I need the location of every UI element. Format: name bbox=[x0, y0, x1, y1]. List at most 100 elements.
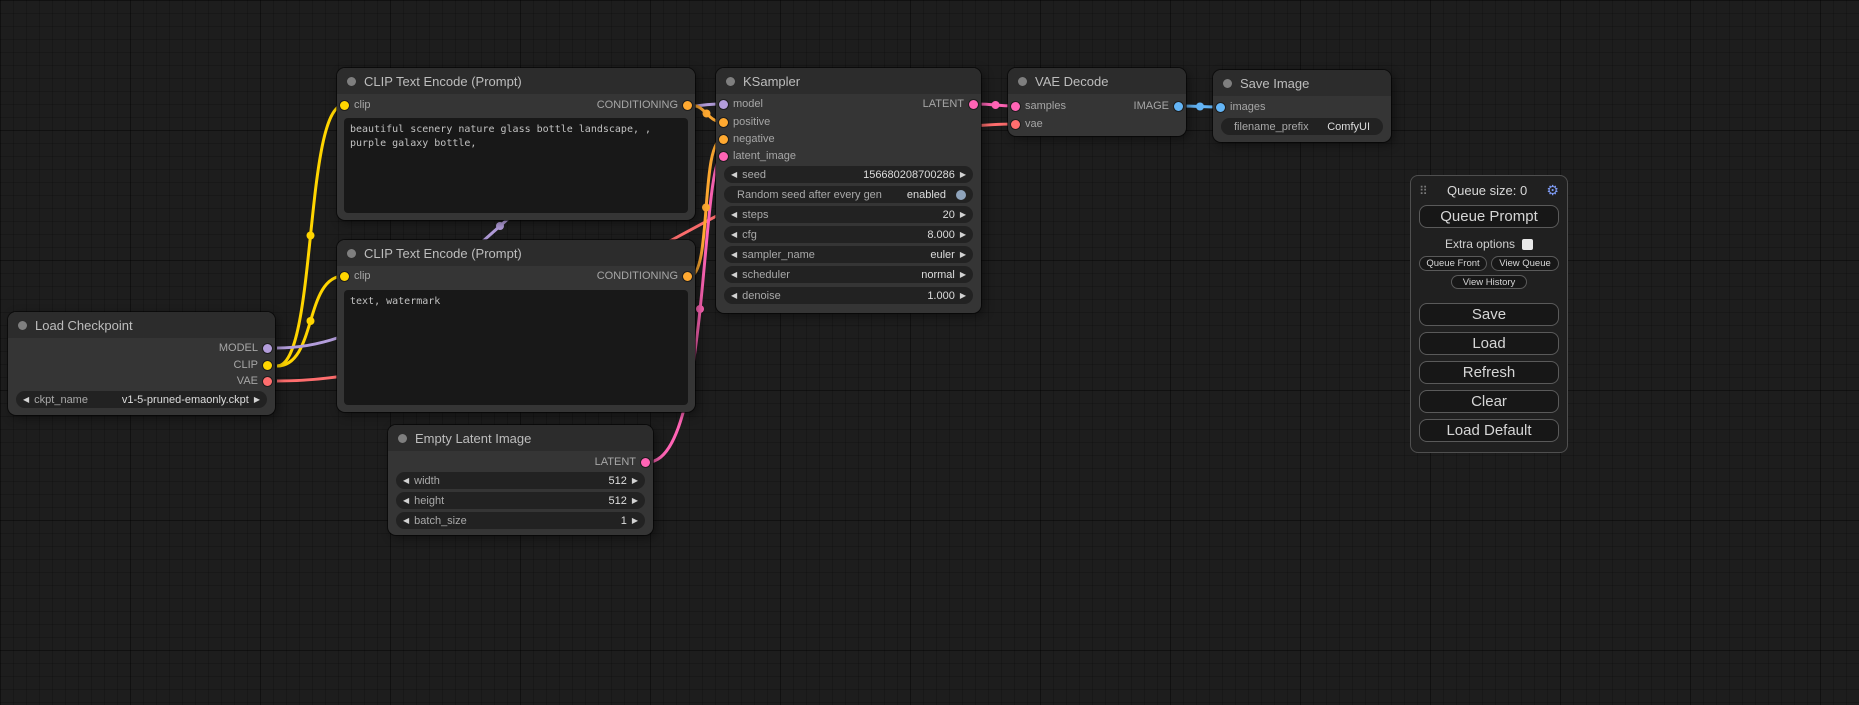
node-load-checkpoint[interactable]: Load Checkpoint MODEL CLIP VAE ◀ ckpt_na… bbox=[8, 312, 275, 415]
cfg-widget[interactable]: ◀ cfg 8.000 ▶ bbox=[724, 226, 973, 243]
steps-widget[interactable]: ◀ steps 20 ▶ bbox=[724, 206, 973, 223]
collapse-dot-icon[interactable] bbox=[347, 249, 356, 258]
ckpt-name-widget[interactable]: ◀ ckpt_name v1-5-pruned-emaonly.ckpt ▶ bbox=[16, 391, 267, 408]
input-slot-images[interactable]: images bbox=[1216, 100, 1265, 114]
model-port-dot[interactable] bbox=[263, 344, 272, 353]
decrement-arrow-icon[interactable]: ◀ bbox=[731, 271, 737, 279]
clip-port-dot[interactable] bbox=[340, 272, 349, 281]
collapse-dot-icon[interactable] bbox=[347, 77, 356, 86]
sampler-name-widget[interactable]: ◀ sampler_name euler ▶ bbox=[724, 246, 973, 263]
collapse-dot-icon[interactable] bbox=[18, 321, 27, 330]
increment-arrow-icon[interactable]: ▶ bbox=[632, 497, 638, 505]
node-empty-latent-image[interactable]: Empty Latent Image LATENT ◀ width 512 ▶ … bbox=[388, 425, 653, 535]
refresh-button[interactable]: Refresh bbox=[1419, 361, 1559, 384]
decrement-arrow-icon[interactable]: ◀ bbox=[403, 497, 409, 505]
drag-handle-icon[interactable]: ⠿ bbox=[1419, 184, 1428, 198]
latent-port-dot[interactable] bbox=[969, 100, 978, 109]
height-widget[interactable]: ◀ height 512 ▶ bbox=[396, 492, 645, 509]
increment-arrow-icon[interactable]: ▶ bbox=[960, 292, 966, 300]
random-seed-toggle-widget[interactable]: Random seed after every gen enabled bbox=[724, 186, 973, 203]
decrement-arrow-icon[interactable]: ◀ bbox=[731, 211, 737, 219]
save-button[interactable]: Save bbox=[1419, 303, 1559, 326]
node-title-bar[interactable]: CLIP Text Encode (Prompt) bbox=[337, 68, 695, 94]
node-clip-text-encode-negative[interactable]: CLIP Text Encode (Prompt) clip CONDITION… bbox=[337, 240, 695, 412]
clear-button[interactable]: Clear bbox=[1419, 390, 1559, 413]
clip-port-dot[interactable] bbox=[263, 361, 272, 370]
node-clip-text-encode-positive[interactable]: CLIP Text Encode (Prompt) clip CONDITION… bbox=[337, 68, 695, 220]
node-title-bar[interactable]: VAE Decode bbox=[1008, 68, 1186, 94]
queue-front-button[interactable]: Queue Front bbox=[1419, 256, 1487, 271]
increment-arrow-icon[interactable]: ▶ bbox=[632, 477, 638, 485]
node-vae-decode[interactable]: VAE Decode samples vae IMAGE bbox=[1008, 68, 1186, 136]
increment-arrow-icon[interactable]: ▶ bbox=[960, 211, 966, 219]
filename-prefix-widget[interactable]: filename_prefix ComfyUI bbox=[1221, 118, 1383, 135]
input-slot-clip[interactable]: clip bbox=[340, 98, 371, 112]
toggle-knob[interactable] bbox=[956, 190, 966, 200]
output-slot-image[interactable]: IMAGE bbox=[1134, 99, 1183, 113]
decrement-arrow-icon[interactable]: ◀ bbox=[731, 231, 737, 239]
conditioning-port-dot[interactable] bbox=[719, 135, 728, 144]
output-slot-model[interactable]: MODEL bbox=[219, 341, 272, 355]
scheduler-widget[interactable]: ◀ scheduler normal ▶ bbox=[724, 266, 973, 283]
increment-arrow-icon[interactable]: ▶ bbox=[632, 517, 638, 525]
view-history-button[interactable]: View History bbox=[1451, 275, 1528, 289]
load-default-button[interactable]: Load Default bbox=[1419, 419, 1559, 442]
conditioning-port-dot[interactable] bbox=[683, 272, 692, 281]
node-title-bar[interactable]: CLIP Text Encode (Prompt) bbox=[337, 240, 695, 266]
node-graph-canvas[interactable]: Load Checkpoint MODEL CLIP VAE ◀ ckpt_na… bbox=[0, 0, 1859, 705]
vae-port-dot[interactable] bbox=[263, 377, 272, 386]
decrement-arrow-icon[interactable]: ◀ bbox=[23, 396, 29, 404]
view-queue-button[interactable]: View Queue bbox=[1491, 256, 1559, 271]
increment-arrow-icon[interactable]: ▶ bbox=[960, 171, 966, 179]
settings-gear-icon[interactable]: ⚙ bbox=[1546, 182, 1559, 199]
node-title-bar[interactable]: Save Image bbox=[1213, 70, 1391, 96]
positive-prompt-textarea[interactable]: beautiful scenery nature glass bottle la… bbox=[344, 118, 688, 213]
decrement-arrow-icon[interactable]: ◀ bbox=[403, 477, 409, 485]
batch-size-widget[interactable]: ◀ batch_size 1 ▶ bbox=[396, 512, 645, 529]
output-slot-latent[interactable]: LATENT bbox=[595, 455, 650, 469]
increment-arrow-icon[interactable]: ▶ bbox=[960, 251, 966, 259]
increment-arrow-icon[interactable]: ▶ bbox=[254, 396, 260, 404]
output-slot-vae[interactable]: VAE bbox=[237, 374, 272, 388]
input-slot-model[interactable]: model bbox=[719, 97, 763, 111]
node-title-bar[interactable]: Load Checkpoint bbox=[8, 312, 275, 338]
decrement-arrow-icon[interactable]: ◀ bbox=[731, 292, 737, 300]
image-port-dot[interactable] bbox=[1174, 102, 1183, 111]
collapse-dot-icon[interactable] bbox=[398, 434, 407, 443]
input-slot-negative[interactable]: negative bbox=[719, 132, 775, 146]
increment-arrow-icon[interactable]: ▶ bbox=[960, 231, 966, 239]
node-title-bar[interactable]: KSampler bbox=[716, 68, 981, 94]
vae-port-dot[interactable] bbox=[1011, 120, 1020, 129]
denoise-widget[interactable]: ◀ denoise 1.000 ▶ bbox=[724, 287, 973, 304]
clip-port-dot[interactable] bbox=[340, 101, 349, 110]
input-slot-vae[interactable]: vae bbox=[1011, 117, 1043, 131]
node-save-image[interactable]: Save Image images filename_prefix ComfyU… bbox=[1213, 70, 1391, 142]
collapse-dot-icon[interactable] bbox=[726, 77, 735, 86]
model-port-dot[interactable] bbox=[719, 100, 728, 109]
latent-port-dot[interactable] bbox=[641, 458, 650, 467]
collapse-dot-icon[interactable] bbox=[1018, 77, 1027, 86]
decrement-arrow-icon[interactable]: ◀ bbox=[403, 517, 409, 525]
queue-menu-panel[interactable]: ⠿ Queue size: 0 ⚙ Queue Prompt Extra opt… bbox=[1410, 175, 1568, 453]
output-slot-clip[interactable]: CLIP bbox=[234, 358, 272, 372]
queue-prompt-button[interactable]: Queue Prompt bbox=[1419, 205, 1559, 228]
collapse-dot-icon[interactable] bbox=[1223, 79, 1232, 88]
load-button[interactable]: Load bbox=[1419, 332, 1559, 355]
latent-port-dot[interactable] bbox=[1011, 102, 1020, 111]
decrement-arrow-icon[interactable]: ◀ bbox=[731, 171, 737, 179]
input-slot-clip[interactable]: clip bbox=[340, 269, 371, 283]
output-slot-conditioning[interactable]: CONDITIONING bbox=[597, 269, 692, 283]
input-slot-latent-image[interactable]: latent_image bbox=[719, 149, 796, 163]
increment-arrow-icon[interactable]: ▶ bbox=[960, 271, 966, 279]
width-widget[interactable]: ◀ width 512 ▶ bbox=[396, 472, 645, 489]
node-ksampler[interactable]: KSampler model positive negative latent_… bbox=[716, 68, 981, 313]
output-slot-conditioning[interactable]: CONDITIONING bbox=[597, 98, 692, 112]
conditioning-port-dot[interactable] bbox=[719, 118, 728, 127]
decrement-arrow-icon[interactable]: ◀ bbox=[731, 251, 737, 259]
latent-port-dot[interactable] bbox=[719, 152, 728, 161]
extra-options-checkbox[interactable] bbox=[1522, 239, 1533, 250]
seed-widget[interactable]: ◀ seed 156680208700286 ▶ bbox=[724, 166, 973, 183]
node-title-bar[interactable]: Empty Latent Image bbox=[388, 425, 653, 451]
image-port-dot[interactable] bbox=[1216, 103, 1225, 112]
conditioning-port-dot[interactable] bbox=[683, 101, 692, 110]
